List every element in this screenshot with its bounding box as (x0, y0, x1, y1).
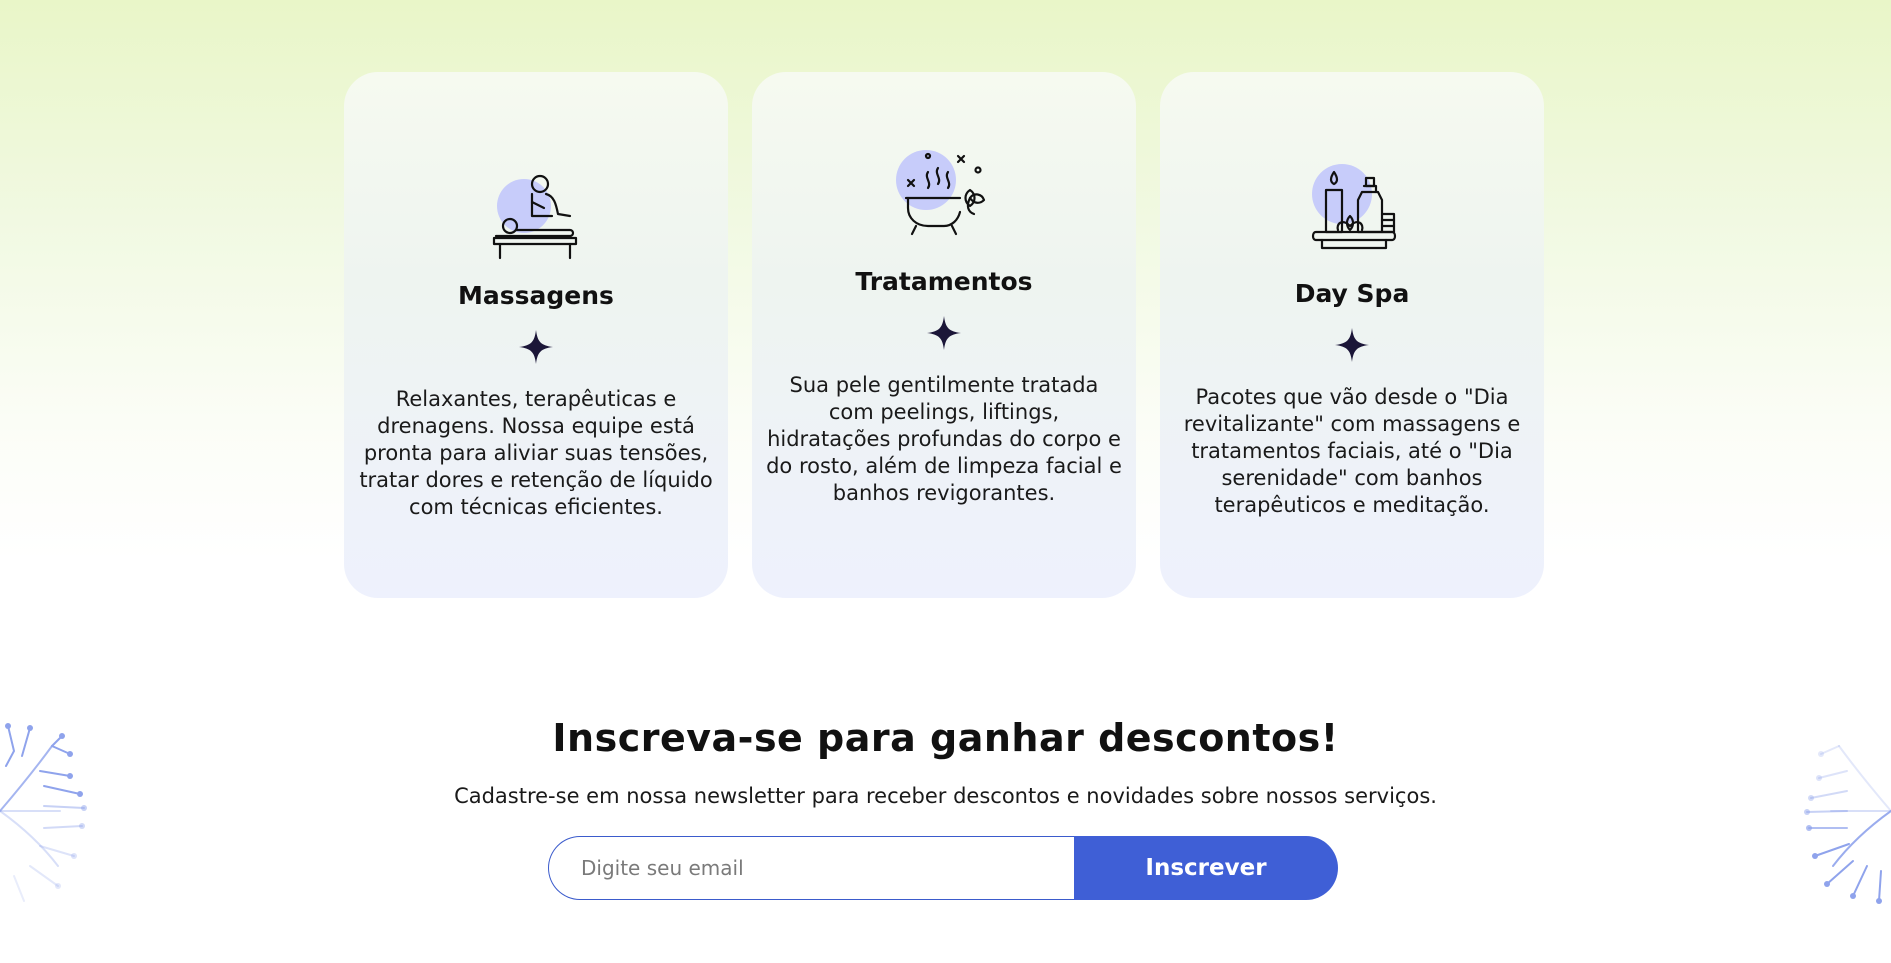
email-input[interactable] (548, 836, 1074, 900)
service-card-tratamentos: Tratamentos Sua pele gentilmente tratada… (752, 72, 1136, 598)
newsletter-title: Inscreva-se para ganhar descontos! (552, 716, 1339, 760)
sparkle-icon (1335, 328, 1369, 362)
bathtub-icon (896, 150, 986, 236)
service-description: Relaxantes, terapêuticas e drenagens. No… (359, 387, 713, 519)
massage-icon (492, 174, 578, 260)
service-card-massagens: Massagens Relaxantes, terapêuticas e dre… (344, 72, 728, 598)
newsletter-subtitle: Cadastre-se em nossa newsletter para rec… (454, 784, 1437, 808)
service-title: Massagens (458, 281, 614, 310)
candle-spa-icon (1311, 164, 1397, 250)
sparkle-icon (927, 316, 961, 350)
service-description: Pacotes que vão desde o "Dia revitalizan… (1183, 385, 1521, 517)
service-title: Day Spa (1294, 279, 1410, 308)
service-description: Sua pele gentilmente tratada com peeling… (766, 373, 1122, 505)
subscribe-button[interactable]: Inscrever (1074, 836, 1338, 900)
service-card-day-spa: Day Spa Pacotes que vão desde o "Dia rev… (1160, 72, 1544, 598)
services-cards: Massagens Relaxantes, terapêuticas e dre… (344, 72, 1544, 598)
service-title: Tratamentos (855, 267, 1033, 296)
newsletter-form: Inscrever (548, 836, 1338, 900)
sparkle-icon (519, 330, 553, 364)
